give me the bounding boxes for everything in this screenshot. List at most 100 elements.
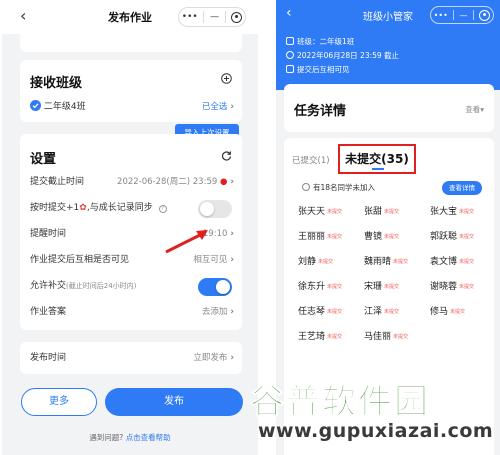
visibility-label: 作业提交后互相是否可见 (30, 255, 130, 265)
unsubmitted-tag: 未提交 (327, 234, 343, 240)
flower-icon: ✿ (79, 203, 87, 213)
sync-label-b: ,与成长记录同步 (86, 203, 153, 213)
receive-class-card: 接收班级 二年级4班 已全选 › (20, 60, 242, 122)
unsubmitted-tag: 未提交 (459, 234, 475, 240)
more-button[interactable]: 更多 (21, 388, 97, 416)
task-detail-title: 任务详情 (294, 104, 347, 119)
chevron-right-icon: › (230, 229, 234, 239)
class-row[interactable]: 二年级4班 已全选 › (30, 99, 234, 115)
toggle-knob (200, 202, 214, 216)
select-all-link[interactable]: 已全选 › (202, 99, 234, 115)
info-class: 班级：二年级1班 (286, 36, 354, 47)
late-submit-toggle[interactable] (198, 278, 232, 296)
student-item[interactable]: 王丽丽 未提交 (298, 229, 342, 242)
task-detail-card: 任务详情 查看▾ (284, 84, 494, 132)
answer-value: 去添加 › (201, 307, 234, 317)
capsule-divider (224, 11, 226, 23)
unsubmitted-tag: 未提交 (459, 259, 475, 265)
unsubmitted-tag: 未提交 (384, 209, 400, 215)
unsubmitted-tag: 未提交 (393, 334, 409, 340)
chevron-right-icon: › (230, 102, 234, 112)
student-name: 江泽 (364, 307, 383, 317)
help-prefix: 遇到问题? (89, 433, 124, 442)
annotation-arrow (165, 230, 208, 254)
student-name: 徐东升 (298, 282, 326, 292)
tab-submitted[interactable]: 已提交(1) (292, 154, 330, 166)
student-item[interactable]: 刘静 未提交 (298, 254, 333, 267)
submission-list-card: 已提交(1) 未提交(35) 有18名同学未加入 查看详情 张天天 未提交 张甜 未提… (284, 138, 494, 455)
unsubmitted-tag: 未提交 (459, 284, 475, 290)
student-item[interactable]: 张天天 未提交 (298, 204, 342, 217)
capsule-divider (472, 10, 474, 20)
caret-down-icon: ▾ (480, 105, 484, 114)
student-item[interactable]: 修马 未提交 (430, 304, 465, 317)
late-hint: (截止时间后24小时内) (66, 282, 137, 290)
publish-time-label: 发布时间 (30, 353, 67, 363)
class-manager-screen: ‹ 班级小管家 ••• — 班级：二年级1班 2022年06月28日 23:59… (276, 0, 500, 455)
add-circle-icon[interactable] (221, 73, 232, 84)
publish-button[interactable]: 发布 (105, 388, 243, 416)
sync-toggle[interactable] (198, 200, 232, 218)
student-item[interactable]: 魏雨晴 未提交 (364, 254, 408, 267)
close-target-icon[interactable] (479, 9, 491, 21)
unsubmitted-tag: 未提交 (384, 234, 400, 240)
help-question-icon[interactable]: ? (158, 205, 167, 213)
view-toggle[interactable]: 查看▾ (465, 104, 484, 115)
student-name: 曹镜 (364, 232, 383, 242)
student-item[interactable]: 张甜 未提交 (364, 204, 399, 217)
student-item[interactable]: 王艺琦 未提交 (298, 329, 342, 342)
red-dot-icon: ● (219, 177, 228, 187)
unsubmitted-tag: 未提交 (393, 259, 409, 265)
student-item[interactable]: 张大宝 未提交 (430, 204, 474, 217)
student-name: 张大宝 (430, 207, 458, 217)
not-joined-notice: 有18名同学未加入 (302, 182, 375, 193)
student-item[interactable]: 江泽 未提交 (364, 304, 399, 317)
previous-card-remnant (20, 34, 242, 52)
answer-label: 作业答案 (30, 307, 67, 317)
unsubmitted-tag: 未提交 (384, 284, 400, 290)
answer-row[interactable]: 作业答案 去添加 › (30, 304, 234, 320)
publish-time-row: 发布时间 立即发布 › (30, 350, 234, 366)
student-name: 王艺琦 (298, 332, 326, 342)
deadline-value: 2022-06-28(周二) 23:59 ● › (117, 177, 234, 187)
student-item[interactable]: 宋珊 未提交 (364, 279, 399, 292)
publish-time-value: 立即发布 › (193, 353, 234, 363)
student-name: 任志琴 (298, 307, 326, 317)
chevron-right-icon: › (230, 307, 234, 317)
deadline-row[interactable]: 提交截止时间 2022-06-28(周二) 23:59 ● › (30, 174, 234, 190)
bell-icon (302, 183, 310, 191)
eye-icon (286, 65, 294, 73)
student-item[interactable]: 马佳丽 未提交 (364, 329, 408, 342)
student-item[interactable]: 袁文博 未提交 (430, 254, 474, 267)
receive-class-title: 接收班级 (30, 76, 83, 91)
check-circle-icon (30, 100, 41, 111)
more-dots-icon[interactable]: ••• (182, 12, 198, 22)
publish-time-card[interactable]: 发布时间 立即发布 › (20, 342, 242, 374)
help-link[interactable]: 点击查看帮助 (126, 433, 171, 442)
minimize-icon[interactable]: — (210, 12, 219, 22)
student-item[interactable]: 郭跃聪 未提交 (430, 229, 474, 242)
more-dots-icon[interactable]: ••• (434, 11, 448, 20)
info-visible: 提交后互相可见 (286, 64, 350, 75)
minimize-icon[interactable]: — (460, 11, 468, 20)
unsubmitted-tag: 未提交 (327, 334, 343, 340)
mini-program-capsule: ••• — (430, 6, 494, 24)
capsule-divider (203, 11, 205, 23)
refresh-icon[interactable] (221, 150, 232, 161)
class-name: 二年级4班 (43, 102, 86, 112)
close-target-icon[interactable] (231, 11, 243, 23)
student-name: 修马 (430, 307, 449, 317)
student-name: 张甜 (364, 207, 383, 217)
student-name: 宋珊 (364, 282, 383, 292)
student-item[interactable]: 任志琴 未提交 (298, 304, 342, 317)
student-item[interactable]: 徐东升 未提交 (298, 279, 342, 292)
view-details-button[interactable]: 查看详情 (442, 181, 482, 195)
mini-program-capsule: ••• — (178, 7, 246, 27)
student-name: 袁文博 (430, 257, 458, 267)
unsubmitted-tag: 未提交 (450, 309, 466, 315)
student-item[interactable]: 谢晓蓉 未提交 (430, 279, 474, 292)
chevron-right-icon: › (230, 255, 234, 265)
publish-homework-screen: ‹ 发布作业 ••• — 接收班级 二年级4班 已全选 › 导入上次设置 设置 … (2, 0, 258, 455)
student-item[interactable]: 曹镜 未提交 (364, 229, 399, 242)
student-name: 郭跃聪 (430, 232, 458, 242)
